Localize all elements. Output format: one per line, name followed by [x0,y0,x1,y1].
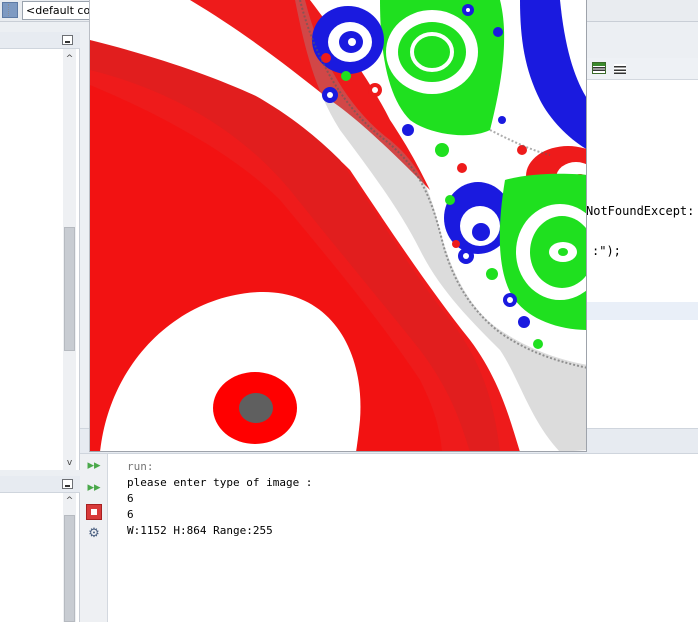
projects-panel: ^ v [0,32,80,470]
output-line: 6 [127,492,134,505]
output-line: please enter type of image : [127,476,313,489]
output-line: 6 [127,508,134,521]
projects-panel-header [0,32,80,49]
projects-scrollbar[interactable]: ^ v [63,49,76,470]
navigator-panel: ^ [0,476,80,622]
rerun-with-input-icon[interactable]: ▸▸ [86,480,102,496]
output-toolbar: ▸▸ ▸▸ ⚙ [80,454,108,622]
ide-window: <default conf ^ v ^ NotFoundExcept: :"); [0,0,698,622]
output-line: W:1152 H:864 Range:255 [127,524,273,537]
scroll-down-icon[interactable]: v [63,457,76,469]
toolbar-separator [8,4,18,16]
fractal-image [90,0,586,451]
scroll-up-icon[interactable]: ^ [63,53,76,65]
fractal-image-window[interactable] [89,0,587,452]
scroll-up-icon[interactable]: ^ [63,495,76,507]
rerun-icon[interactable]: ▸▸ [86,458,102,474]
code-line: :"); [592,244,621,258]
navigator-panel-header [0,476,80,493]
minimize-icon[interactable] [62,479,73,489]
editor-toolbar [586,58,698,80]
configuration-combo[interactable]: <default conf [22,1,90,20]
uncomment-icon[interactable] [614,64,626,74]
output-console[interactable]: run: please enter type of image : 6 6 W:… [108,454,698,622]
scroll-thumb[interactable] [64,515,75,622]
code-editor[interactable]: NotFoundExcept: :"); [586,80,698,428]
minimize-icon[interactable] [62,35,73,45]
navigator-scrollbar[interactable]: ^ [63,493,76,622]
scroll-thumb[interactable] [64,227,75,351]
stop-icon[interactable] [86,504,102,520]
output-line: run: [127,460,154,473]
settings-icon[interactable]: ⚙ [86,526,102,542]
code-line: NotFoundExcept: [586,204,695,218]
current-line-highlight [586,302,698,320]
comment-icon[interactable] [592,62,606,74]
